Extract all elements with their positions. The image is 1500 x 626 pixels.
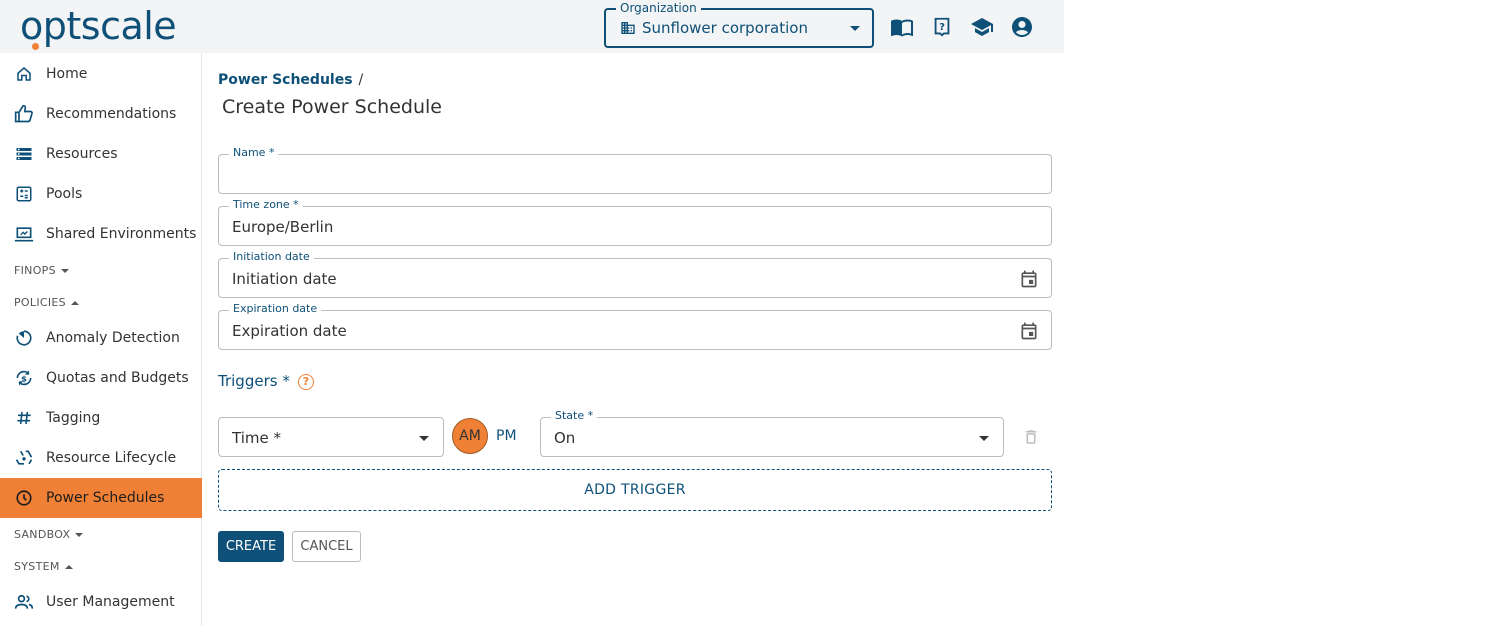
expiration-date-placeholder: Expiration date bbox=[232, 322, 347, 340]
home-icon bbox=[14, 64, 34, 84]
sidebar-item-pools[interactable]: Pools bbox=[0, 174, 202, 214]
sidebar-item-label: User Management bbox=[46, 594, 175, 610]
help-circle-icon[interactable]: ? bbox=[298, 374, 314, 390]
sidebar-item-resource-lifecycle[interactable]: Resource Lifecycle bbox=[0, 438, 202, 478]
trash-icon[interactable] bbox=[1022, 427, 1040, 447]
currency-sync-icon: $ bbox=[14, 368, 34, 388]
optscale-logo[interactable]: optscale bbox=[20, 4, 177, 50]
chevron-down-icon bbox=[60, 268, 69, 273]
initiation-date-field[interactable]: Initiation date Initiation date bbox=[218, 250, 1052, 298]
am-toggle[interactable]: AM bbox=[452, 418, 488, 454]
section-label: SANDBOX bbox=[14, 528, 71, 541]
sidebar-item-shared-environments[interactable]: Shared Environments bbox=[0, 214, 202, 254]
organization-value: Sunflower corporation bbox=[642, 19, 808, 37]
triggers-label: Triggers * bbox=[218, 372, 290, 390]
expiration-date-label: Expiration date bbox=[229, 302, 322, 316]
section-label: FINOPS bbox=[14, 264, 56, 277]
sidebar-item-home[interactable]: Home bbox=[0, 54, 202, 94]
hash-icon bbox=[14, 408, 34, 428]
sidebar-item-user-management[interactable]: User Management bbox=[0, 582, 202, 622]
top-bar: optscale Organization Sunflower corporat… bbox=[0, 0, 1064, 53]
timezone-field-value: Europe/Berlin bbox=[232, 218, 334, 236]
section-label: POLICIES bbox=[14, 296, 66, 309]
page-title: Create Power Schedule bbox=[222, 96, 442, 118]
clock-icon bbox=[14, 488, 34, 508]
sidebar-item-label: Power Schedules bbox=[46, 490, 165, 506]
section-finops-toggle[interactable]: FINOPS bbox=[14, 264, 69, 277]
sidebar-item-label: Recommendations bbox=[46, 106, 177, 122]
trigger-state-value: On bbox=[554, 429, 576, 447]
logo-dot bbox=[32, 43, 39, 50]
calculator-icon bbox=[14, 184, 34, 204]
sidebar-item-label: Anomaly Detection bbox=[46, 330, 180, 346]
trigger-time-select[interactable]: Time * bbox=[218, 417, 444, 457]
help-icon[interactable]: ? bbox=[930, 15, 954, 39]
breadcrumb-link-power-schedules[interactable]: Power Schedules bbox=[218, 72, 353, 88]
section-label: SYSTEM bbox=[14, 560, 60, 573]
lifecycle-icon bbox=[14, 448, 34, 468]
sidebar-item-power-schedules[interactable]: Power Schedules bbox=[0, 478, 202, 518]
sidebar-item-label: Quotas and Budgets bbox=[46, 370, 189, 386]
timezone-field[interactable]: Time zone * Europe/Berlin bbox=[218, 198, 1052, 246]
anomaly-icon bbox=[14, 328, 34, 348]
section-policies-toggle[interactable]: POLICIES bbox=[14, 296, 79, 309]
school-icon[interactable] bbox=[970, 15, 994, 39]
sidebar-item-label: Shared Environments bbox=[46, 226, 197, 242]
sidebar-item-label: Home bbox=[46, 66, 88, 82]
calendar-icon[interactable] bbox=[1019, 321, 1039, 341]
organization-label: Organization bbox=[616, 0, 701, 16]
svg-text:?: ? bbox=[939, 22, 945, 33]
sidebar-item-recommendations[interactable]: Recommendations bbox=[0, 94, 202, 134]
add-trigger-button[interactable]: ADD TRIGGER bbox=[218, 469, 1052, 511]
cancel-button[interactable]: CANCEL bbox=[292, 531, 361, 562]
sidebar-item-resources[interactable]: Resources bbox=[0, 134, 202, 174]
laptop-icon bbox=[14, 224, 34, 244]
chevron-up-icon bbox=[70, 300, 79, 305]
sidebar-item-quotas-and-budgets[interactable]: $ Quotas and Budgets bbox=[0, 358, 202, 398]
chevron-down-icon bbox=[75, 532, 84, 537]
calendar-icon[interactable] bbox=[1019, 269, 1039, 289]
breadcrumb-separator: / bbox=[358, 72, 364, 88]
sidebar-item-tagging[interactable]: Tagging bbox=[0, 398, 202, 438]
trigger-state-label: State * bbox=[551, 409, 598, 423]
chevron-down-icon bbox=[979, 436, 989, 441]
account-icon[interactable] bbox=[1010, 15, 1034, 39]
sidebar-item-label: Tagging bbox=[46, 410, 101, 426]
name-field[interactable]: Name * bbox=[218, 146, 1052, 194]
name-field-label: Name * bbox=[229, 146, 279, 160]
trigger-state-select[interactable]: State * On bbox=[540, 409, 1004, 457]
chevron-down-icon bbox=[850, 26, 860, 31]
trigger-time-value: Time * bbox=[232, 429, 281, 447]
building-icon bbox=[621, 22, 635, 34]
timezone-field-label: Time zone * bbox=[229, 198, 303, 212]
expiration-date-field[interactable]: Expiration date Expiration date bbox=[218, 302, 1052, 350]
sidebar: Home Recommendations Resources Pools Sha… bbox=[0, 53, 202, 626]
organization-select[interactable]: Organization Sunflower corporation bbox=[604, 0, 874, 48]
book-icon[interactable] bbox=[890, 15, 914, 39]
initiation-date-placeholder: Initiation date bbox=[232, 270, 337, 288]
section-sandbox-toggle[interactable]: SANDBOX bbox=[14, 528, 84, 541]
sidebar-item-anomaly-detection[interactable]: Anomaly Detection bbox=[0, 318, 202, 358]
initiation-date-label: Initiation date bbox=[229, 250, 314, 264]
storage-icon bbox=[14, 144, 34, 164]
create-button[interactable]: CREATE bbox=[218, 531, 284, 562]
users-icon bbox=[14, 592, 34, 612]
logo-text: optscale bbox=[20, 4, 177, 48]
pm-toggle[interactable]: PM bbox=[496, 427, 517, 445]
svg-text:$: $ bbox=[21, 373, 27, 383]
chevron-down-icon bbox=[419, 436, 429, 441]
thumb-up-icon bbox=[14, 104, 34, 124]
chevron-up-icon bbox=[64, 564, 73, 569]
sidebar-item-label: Resources bbox=[46, 146, 118, 162]
breadcrumb: Power Schedules / bbox=[218, 71, 363, 89]
sidebar-item-label: Pools bbox=[46, 186, 83, 202]
sidebar-item-label: Resource Lifecycle bbox=[46, 450, 177, 466]
section-system-toggle[interactable]: SYSTEM bbox=[14, 560, 73, 573]
